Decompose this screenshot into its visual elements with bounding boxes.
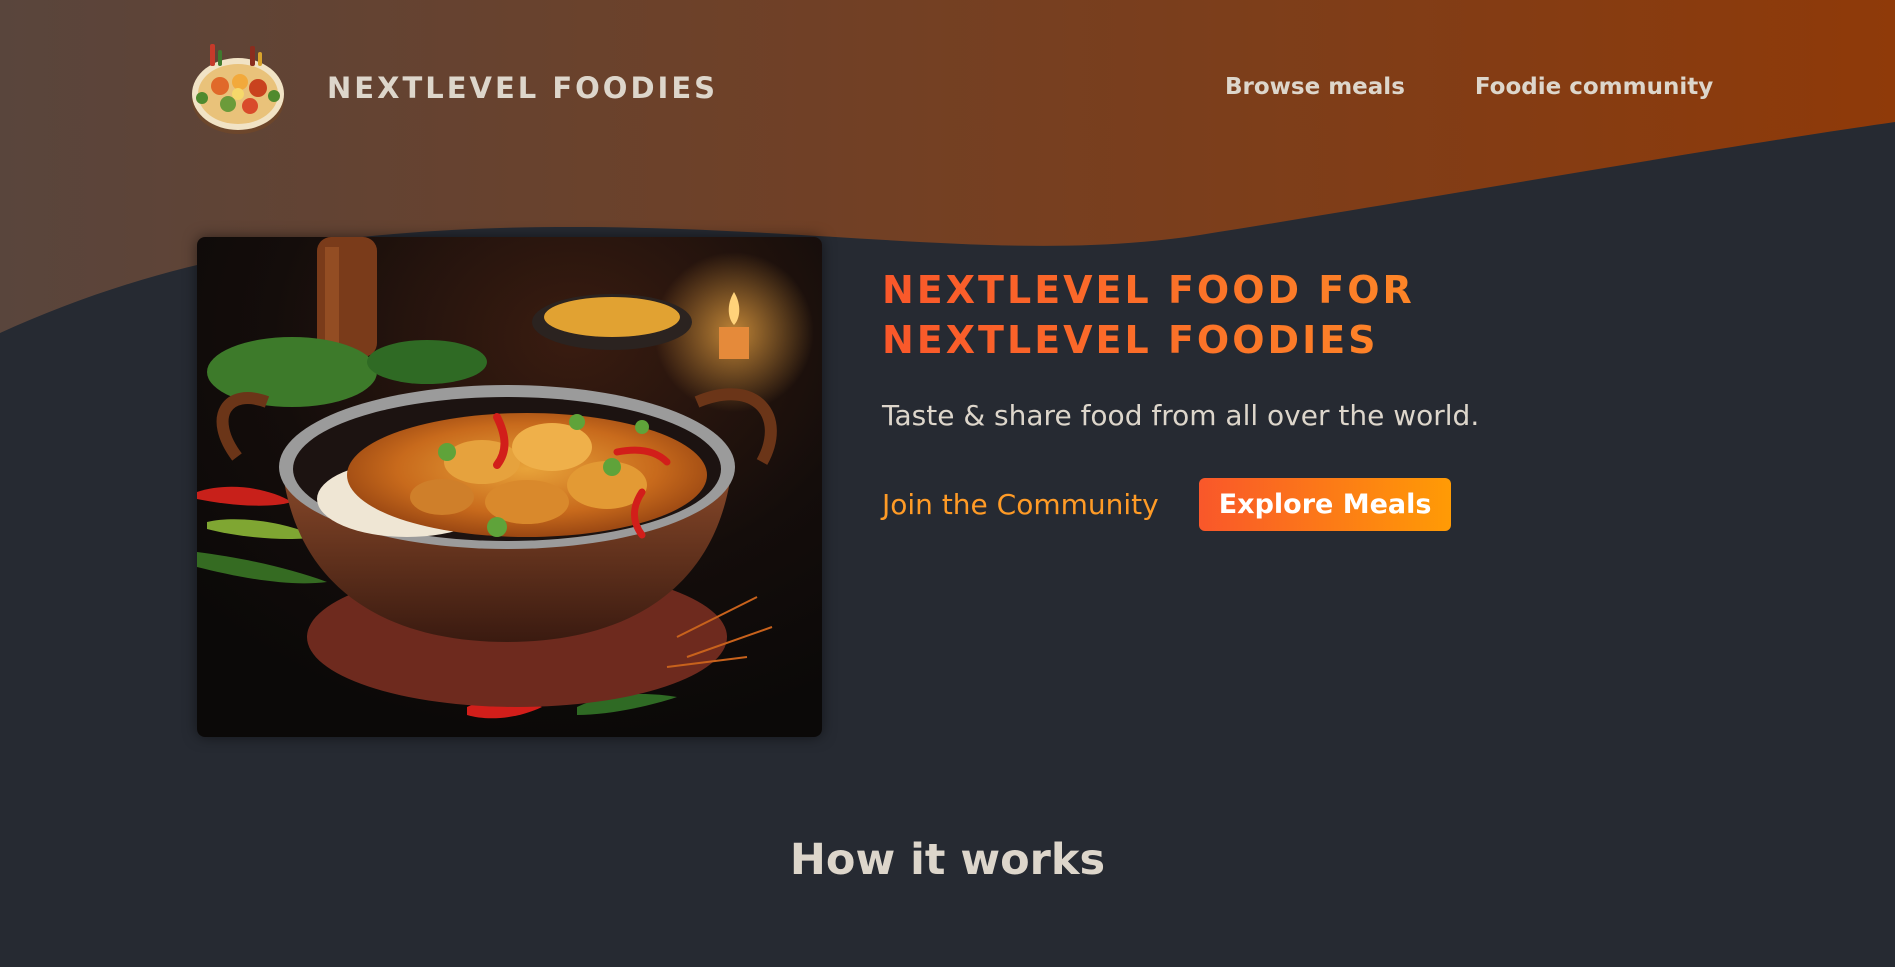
- nav-foodie-community[interactable]: Foodie community: [1475, 74, 1713, 100]
- main-nav: Browse meals Foodie community: [1225, 74, 1713, 100]
- hero-subtitle: Taste & share food from all over the wor…: [882, 399, 1480, 432]
- hero-text: NEXTLEVEL FOOD FOR NEXTLEVEL FOODIES Tas…: [882, 265, 1662, 531]
- logo-text: NEXTLEVEL FOODIES: [327, 71, 719, 105]
- curry-bowl-image: [197, 237, 822, 737]
- nav-browse-meals[interactable]: Browse meals: [1225, 74, 1405, 100]
- page: NEXTLEVEL FOODIES Browse meals Foodie co…: [0, 0, 1895, 967]
- home-logo-link[interactable]: NEXTLEVEL FOODIES: [188, 38, 718, 138]
- hero-title: NEXTLEVEL FOOD FOR NEXTLEVEL FOODIES: [882, 265, 1662, 365]
- hero-cta-group: Join the Community Explore Meals: [882, 478, 1662, 531]
- main-header: NEXTLEVEL FOODIES Browse meals Foodie co…: [0, 0, 1895, 180]
- how-it-works-heading: How it works: [789, 835, 1106, 885]
- join-community-link[interactable]: Join the Community: [882, 488, 1159, 521]
- food-plate-icon: [192, 44, 284, 134]
- hero-image: [197, 237, 822, 737]
- explore-meals-button[interactable]: Explore Meals: [1198, 478, 1452, 531]
